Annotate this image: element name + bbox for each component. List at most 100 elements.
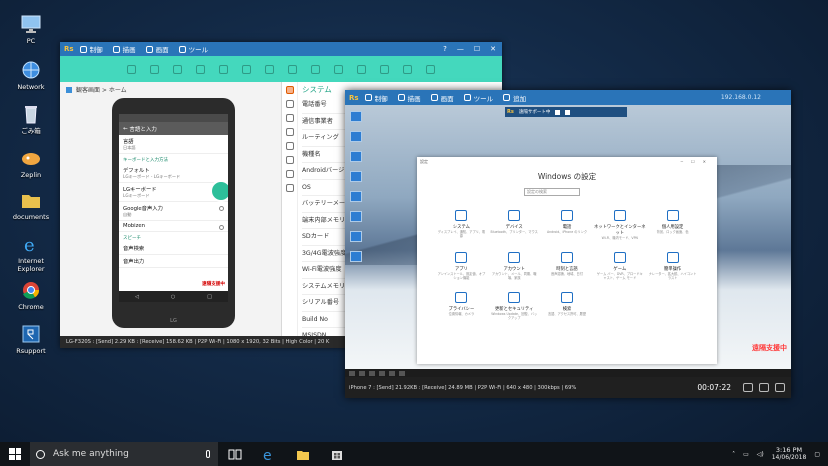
settings-category-personalization[interactable]: 個人用設定 背景、ロック画面、色 [646,210,699,240]
remote-desktop-icon[interactable] [350,251,362,262]
menu-tools[interactable]: ツール [178,44,208,54]
list-item[interactable]: 音声検索 [119,242,228,255]
settings-category-search[interactable]: 検索 言語、アクセス許可、履歴 [541,292,594,320]
list-item[interactable]: 音声出力 [119,255,228,268]
list-item[interactable]: 言語 日本語 [119,135,228,154]
remote-app-icon[interactable] [359,370,365,376]
minimize-button[interactable]: — [457,45,464,53]
stop-icon[interactable] [565,109,571,115]
menu-screen[interactable]: 画面 [145,44,169,54]
files-tab-icon[interactable] [285,114,294,122]
settings-category-system[interactable]: システム ディスプレイ、通知、アプリ、電源 [435,210,488,240]
remote-desktop-icon[interactable] [350,151,362,162]
record-icon[interactable] [357,64,366,74]
return-icon[interactable] [242,64,251,74]
menu-screen[interactable]: 画面 [430,93,454,103]
menu-tools[interactable]: ツール [463,93,493,103]
settings-category-network[interactable]: ネットワークとインターネット Wi-Fi、機内モード、VPN [593,210,646,240]
log-tab-icon[interactable] [285,142,294,150]
pen-tool-icon[interactable] [380,64,389,74]
menu-control[interactable]: 制御 [364,93,388,103]
more-tab-icon[interactable] [285,184,294,192]
camera-icon[interactable] [743,383,753,392]
settings-category-phone[interactable]: 電話 Android、iPhone のリンク [541,210,594,240]
menu-add[interactable]: 追加 [503,93,526,103]
settings-category-privacy[interactable]: プライバシー 位置情報、カメラ [435,292,488,320]
system-tab-icon[interactable] [285,86,294,94]
settings-category-accounts[interactable]: アカウント アカウント、メール、同期、職場、家族 [488,252,541,280]
menu-icon[interactable] [219,64,228,74]
nav-back-icon[interactable]: ◁ [135,294,139,300]
remote-desktop-icon[interactable] [350,211,362,222]
desktop-icon-documents[interactable]: documents [6,190,56,221]
fullscreen-icon[interactable] [311,64,320,74]
gear-icon[interactable] [219,225,224,230]
settings-category-gaming[interactable]: ゲーム ゲーム バー、DVR、ブロードキャスト、ゲーム モード [593,252,646,280]
pause-icon[interactable] [555,109,561,115]
remote-start-icon[interactable] [349,370,355,376]
nav-home-icon[interactable]: ○ [171,294,175,300]
start-button[interactable] [0,442,30,466]
settings-category-update-security[interactable]: 更新とセキュリティ Windows Update、回復、バックアップ [488,292,541,320]
fullscreen-icon[interactable] [775,383,785,392]
clock[interactable]: 3:16 PM 14/06/2018 [772,446,807,462]
apps-tab-icon[interactable] [285,100,294,108]
menu-draw[interactable]: 描画 [397,93,421,103]
desktop-icon-zeplin[interactable]: Zeplin [6,148,56,179]
chevron-up-icon[interactable]: ˄ [732,451,735,458]
remote-desktop-icon[interactable] [350,191,362,202]
microphone-icon[interactable] [206,450,210,458]
keyboard-icon[interactable] [265,64,274,74]
remote-app-icon[interactable] [399,370,405,376]
settings-category-ease-of-access[interactable]: 簡単操作 ナレーター、拡大鏡、ハイコントラスト [646,252,699,280]
remote-desktop-icon[interactable] [350,231,362,242]
remote-app-icon[interactable] [369,370,375,376]
desktop-icon-rsupport[interactable]: Rsupport [6,324,56,355]
desktop-icon-internet-explorer[interactable]: e Internet Explorer [6,234,56,273]
settings-search-input[interactable]: 設定の検索 [524,188,580,196]
sms-tab-icon[interactable] [285,170,294,178]
power-icon[interactable] [426,64,435,74]
record-icon[interactable] [759,383,769,392]
remote-app-icon[interactable] [389,370,395,376]
back-icon[interactable] [127,64,136,74]
remote-desktop-icon[interactable] [350,111,362,122]
volume-up-icon[interactable] [150,64,159,74]
list-item[interactable]: Mobizen [119,221,228,232]
settings-tab-icon[interactable] [285,128,294,136]
network-icon[interactable]: ▭ [743,451,749,458]
remote-app-icon[interactable] [379,370,385,376]
remote-desktop-icon[interactable] [350,131,362,142]
settings-category-devices[interactable]: デバイス Bluetooth、プリンター、マウス [488,210,541,240]
taskbar-edge[interactable]: e [252,442,286,466]
menu-draw[interactable]: 描画 [112,44,136,54]
settings-category-time-language[interactable]: 時刻と言語 音声認識、地域、日付 [541,252,594,280]
settings-window-controls[interactable]: ─☐✕ [681,159,714,164]
capture-icon[interactable] [334,64,343,74]
desktop-icon-chrome[interactable]: Chrome [6,280,56,311]
help-button[interactable]: ? [443,45,447,53]
taskbar-file-explorer[interactable] [286,442,320,466]
volume-icon[interactable]: ◁) [757,451,764,458]
rotate-icon[interactable] [288,64,297,74]
desktop-icon-recycle-bin[interactable]: ごみ箱 [6,104,56,135]
search-box[interactable]: Ask me anything [30,442,218,466]
notification-icon[interactable]: ▢ [814,451,820,458]
desktop-icon-pc[interactable]: PC [6,14,56,45]
settings-category-apps[interactable]: アプリ アンインストール、既定値、オプション機能 [435,252,488,280]
list-item[interactable]: デフォルト LGキーボード - LGキーボード [119,164,228,183]
menu-control[interactable]: 制御 [79,44,103,54]
gear-icon[interactable] [219,206,224,211]
remote-desktop-view[interactable]: Rs 遠隔サポート中 設定 ─☐✕ Windows の設定 設定の検索 システムデ… [345,105,791,369]
remote-desktop-icon[interactable] [350,171,362,182]
volume-down-icon[interactable] [173,64,182,74]
nav-recent-icon[interactable]: □ [207,294,212,300]
list-item[interactable]: Google音声入力 自動 [119,202,228,221]
maximize-button[interactable]: ☐ [474,45,480,53]
phone-icon[interactable] [403,64,412,74]
phone-screen[interactable]: ← 言語と入力 言語 日本語 キーボードと入力方法 デフォルト LGキーボード - … [119,114,228,302]
contacts-tab-icon[interactable] [285,156,294,164]
taskbar-store[interactable] [320,442,354,466]
home-icon[interactable] [196,64,205,74]
desktop-icon-network[interactable]: Network [6,60,56,91]
